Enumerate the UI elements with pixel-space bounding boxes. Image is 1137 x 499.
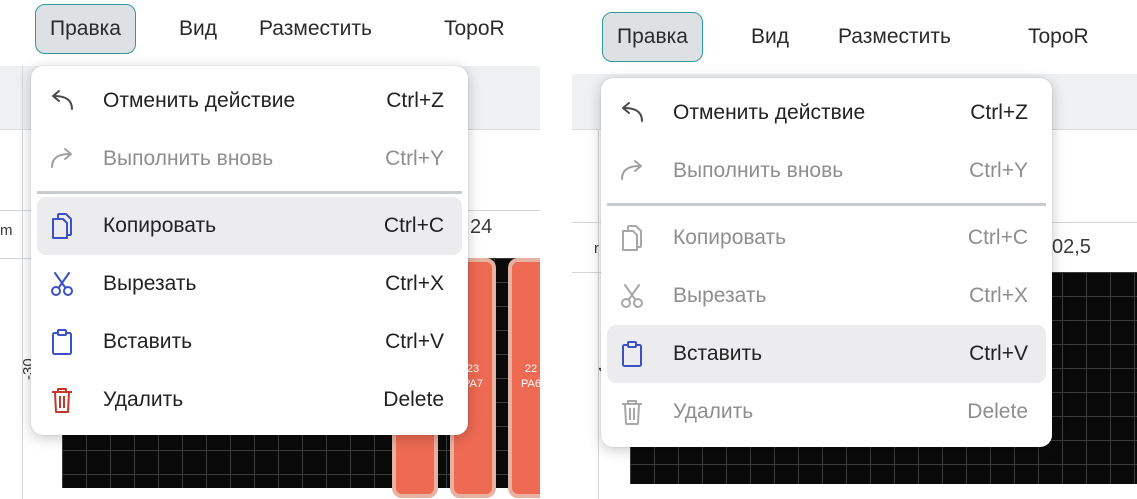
copy-icon bbox=[47, 211, 77, 241]
menu-item-shortcut: Ctrl+Y bbox=[969, 159, 1028, 182]
menu-separator bbox=[37, 191, 462, 194]
menu-item-label: Копировать bbox=[673, 226, 787, 249]
menu-separator bbox=[607, 203, 1046, 206]
paste-icon bbox=[47, 327, 77, 357]
paste-icon bbox=[617, 339, 647, 369]
menu-topor[interactable]: TopoR bbox=[1014, 12, 1103, 62]
menu-item-shortcut: Ctrl+Y bbox=[385, 147, 444, 170]
undo-icon bbox=[617, 98, 647, 128]
menu-item-copy[interactable]: Копировать Ctrl+C bbox=[37, 197, 462, 255]
redo-icon bbox=[617, 156, 647, 186]
pcb-pad[interactable]: 22 PA6 bbox=[508, 258, 540, 498]
edit-menu-dropdown: Отменить действие Ctrl+Z Выполнить вновь… bbox=[31, 66, 468, 435]
pad-number: 22 bbox=[524, 363, 538, 375]
menu-item-shortcut: Delete bbox=[383, 388, 444, 411]
menu-view[interactable]: Вид bbox=[165, 4, 231, 54]
edit-menu-dropdown: Отменить действие Ctrl+Z Выполнить вновь… bbox=[601, 78, 1052, 447]
menu-item-label: Вставить bbox=[103, 330, 193, 353]
menu-place[interactable]: Разместить bbox=[245, 4, 386, 54]
menu-item-label: Выполнить вновь bbox=[673, 159, 844, 182]
screenshot-panel-left: m 24 -30 23 PA7 22 PA6 Правка Вид Размес… bbox=[0, 0, 540, 499]
menu-item-shortcut: Ctrl+Z bbox=[970, 101, 1028, 124]
menu-item-delete[interactable]: Удалить Delete bbox=[37, 371, 462, 429]
copy-icon bbox=[617, 223, 647, 253]
menu-item-copy[interactable]: Копировать Ctrl+C bbox=[607, 209, 1046, 267]
menu-item-label: Вставить bbox=[673, 342, 763, 365]
undo-icon bbox=[47, 86, 77, 116]
menu-item-shortcut: Ctrl+V bbox=[969, 342, 1028, 365]
ruler-side-line bbox=[598, 130, 599, 499]
cut-icon bbox=[47, 269, 77, 299]
menu-item-label: Отменить действие bbox=[673, 101, 866, 124]
menu-item-label: Выполнить вновь bbox=[103, 147, 274, 170]
menu-edit[interactable]: Правка bbox=[602, 12, 703, 62]
menu-item-redo[interactable]: Выполнить вновь Ctrl+Y bbox=[607, 142, 1046, 200]
menu-item-cut[interactable]: Вырезать Ctrl+X bbox=[607, 267, 1046, 325]
menu-item-cut[interactable]: Вырезать Ctrl+X bbox=[37, 255, 462, 313]
menu-item-shortcut: Ctrl+Z bbox=[386, 89, 444, 112]
menu-place[interactable]: Разместить bbox=[824, 12, 965, 62]
cut-icon bbox=[617, 281, 647, 311]
menu-item-label: Удалить bbox=[103, 388, 184, 411]
menu-item-shortcut: Ctrl+X bbox=[969, 284, 1028, 307]
menu-item-shortcut: Ctrl+X bbox=[385, 272, 444, 295]
delete-icon bbox=[47, 385, 77, 415]
menu-item-shortcut: Ctrl+C bbox=[967, 226, 1028, 249]
menu-edit[interactable]: Правка bbox=[35, 4, 136, 54]
ruler-corner-label: m bbox=[0, 222, 13, 239]
ruler-top-label: 02,5 bbox=[1052, 236, 1091, 258]
menu-topor[interactable]: TopoR bbox=[430, 4, 519, 54]
menu-item-paste[interactable]: Вставить Ctrl+V bbox=[607, 325, 1046, 383]
ruler-top-label: 24 bbox=[470, 216, 493, 238]
menu-item-label: Вырезать bbox=[103, 272, 197, 295]
menubar: Правка Вид Разместить TopoR bbox=[0, 0, 540, 66]
menu-item-shortcut: Ctrl+V bbox=[385, 330, 444, 353]
menu-item-shortcut: Delete bbox=[967, 400, 1028, 423]
redo-icon bbox=[47, 144, 77, 174]
menu-item-shortcut: Ctrl+C bbox=[383, 214, 444, 237]
ruler-side-line bbox=[22, 66, 23, 499]
menubar: Правка Вид Разместить TopoR bbox=[572, 0, 1137, 66]
delete-icon bbox=[617, 397, 647, 427]
menu-item-label: Вырезать bbox=[673, 284, 767, 307]
menu-item-undo[interactable]: Отменить действие Ctrl+Z bbox=[607, 84, 1046, 142]
menu-item-label: Отменить действие bbox=[103, 89, 296, 112]
menu-item-delete[interactable]: Удалить Delete bbox=[607, 383, 1046, 441]
pad-name: PA6 bbox=[521, 378, 540, 390]
menu-item-redo[interactable]: Выполнить вновь Ctrl+Y bbox=[37, 130, 462, 188]
menu-item-label: Копировать bbox=[103, 214, 217, 237]
ruler-corner-label: r bbox=[594, 240, 599, 257]
screenshot-panel-right: r 02,5 -1 Правка Вид Разместить TopoR От… bbox=[572, 0, 1137, 499]
menu-item-undo[interactable]: Отменить действие Ctrl+Z bbox=[37, 72, 462, 130]
menu-item-label: Удалить bbox=[673, 400, 754, 423]
menu-item-paste[interactable]: Вставить Ctrl+V bbox=[37, 313, 462, 371]
menu-view[interactable]: Вид bbox=[737, 12, 803, 62]
